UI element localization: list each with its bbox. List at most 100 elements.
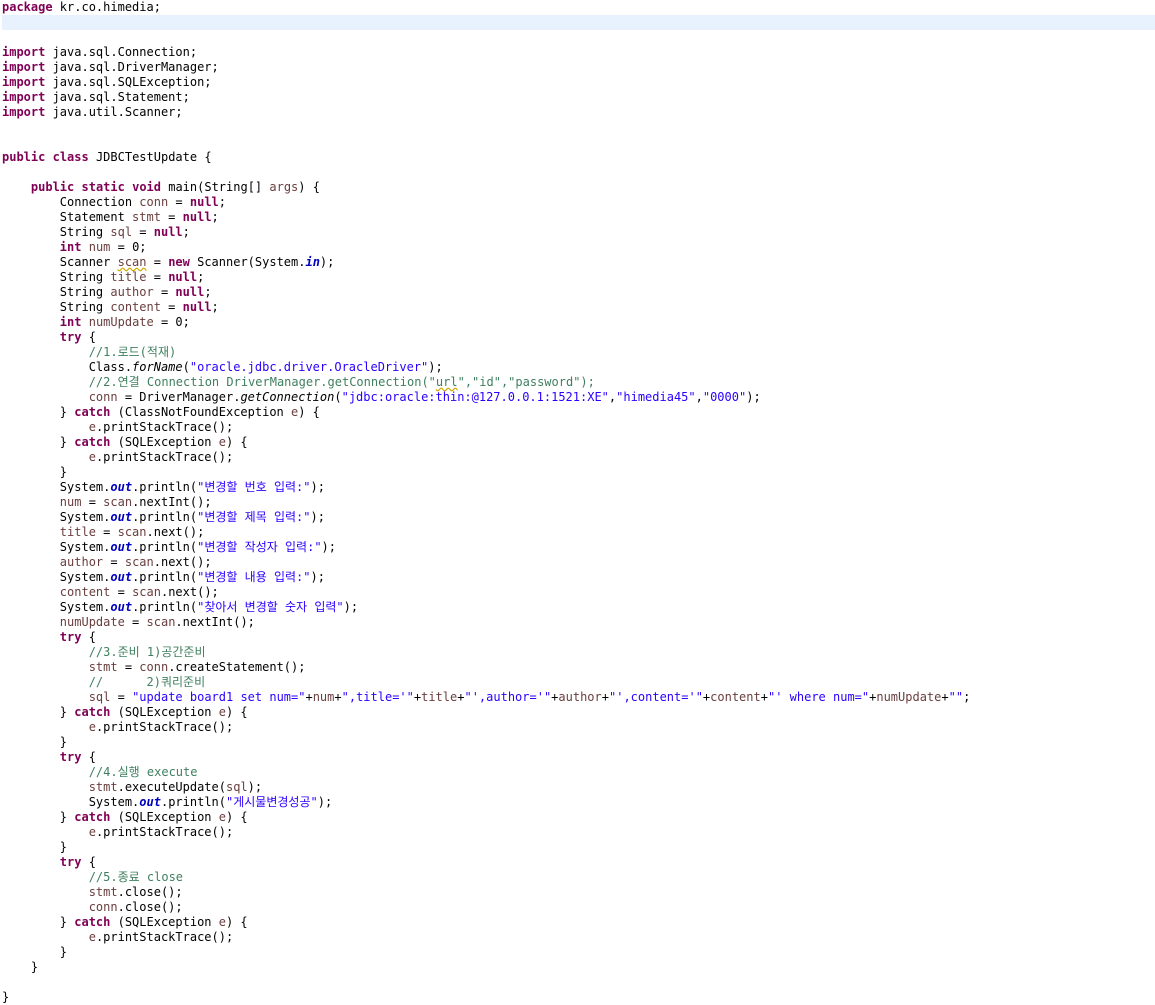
code-line[interactable]: import java.sql.Statement; (2, 90, 1155, 105)
code-line[interactable]: package kr.co.himedia; (2, 0, 1155, 15)
code-token: .println( (160, 795, 226, 809)
code-token: stmt (88, 780, 118, 794)
code-line[interactable]: //2.연결 Connection DriverManager.getConne… (2, 375, 1155, 390)
code-line[interactable]: } (2, 990, 1155, 1005)
code-line[interactable]: } catch (SQLException e) { (2, 915, 1155, 930)
code-token: = (95, 525, 118, 539)
code-token: ); (317, 795, 333, 809)
code-line[interactable]: System.out.println("변경할 작성자 입력:"); (2, 540, 1155, 555)
code-line[interactable]: Class.forName("oracle.jdbc.driver.Oracle… (2, 360, 1155, 375)
code-token: e (88, 825, 96, 839)
code-line[interactable]: e.printStackTrace(); (2, 720, 1155, 735)
code-token: "변경할 번호 입력:" (197, 480, 311, 494)
code-line[interactable]: conn = DriverManager.getConnection("jdbc… (2, 390, 1155, 405)
code-line[interactable]: e.printStackTrace(); (2, 420, 1155, 435)
code-line[interactable] (2, 120, 1155, 135)
code-line[interactable]: String sql = null; (2, 225, 1155, 240)
code-line[interactable]: import java.sql.DriverManager; (2, 60, 1155, 75)
code-line[interactable] (2, 975, 1155, 990)
code-line[interactable] (2, 15, 1155, 30)
code-line[interactable] (2, 30, 1155, 45)
code-line[interactable]: import java.sql.SQLException; (2, 75, 1155, 90)
code-token: } (2, 960, 39, 974)
code-line[interactable]: // 2)쿼리준비 (2, 675, 1155, 690)
code-token: .printStackTrace(); (95, 825, 234, 839)
code-line[interactable]: } (2, 840, 1155, 855)
code-token: void (132, 180, 161, 194)
code-line[interactable]: stmt.executeUpdate(sql); (2, 780, 1155, 795)
code-line[interactable]: } catch (ClassNotFoundException e) { (2, 405, 1155, 420)
code-token: String (2, 270, 111, 284)
code-line[interactable]: System.out.println("게시물변경성공"); (2, 795, 1155, 810)
code-line[interactable]: //1.로드(적재) (2, 345, 1155, 360)
code-token: .println( (132, 540, 198, 554)
code-line[interactable]: String title = null; (2, 270, 1155, 285)
code-line[interactable]: sql = "update board1 set num="+num+",tit… (2, 690, 1155, 705)
code-line[interactable]: try { (2, 330, 1155, 345)
code-line[interactable]: //5.종료 close (2, 870, 1155, 885)
code-line[interactable]: stmt.close(); (2, 885, 1155, 900)
code-line[interactable]: Connection conn = null; (2, 195, 1155, 210)
code-line[interactable]: conn.close(); (2, 900, 1155, 915)
code-line[interactable]: e.printStackTrace(); (2, 930, 1155, 945)
code-line[interactable]: num = scan.nextInt(); (2, 495, 1155, 510)
code-line[interactable] (2, 135, 1155, 150)
code-line[interactable]: } catch (SQLException e) { (2, 705, 1155, 720)
code-line[interactable]: Statement stmt = null; (2, 210, 1155, 225)
code-line[interactable]: System.out.println("변경할 제목 입력:"); (2, 510, 1155, 525)
code-line[interactable]: System.out.println("변경할 내용 입력:"); (2, 570, 1155, 585)
code-line[interactable]: } catch (SQLException e) { (2, 810, 1155, 825)
code-line[interactable]: e.printStackTrace(); (2, 825, 1155, 840)
code-line[interactable]: int numUpdate = 0; (2, 315, 1155, 330)
code-line[interactable]: } (2, 735, 1155, 750)
code-token: java.sql.Connection; (45, 45, 198, 59)
code-token: //1.로드(적재) (88, 345, 177, 359)
code-line[interactable]: public static void main(String[] args) { (2, 180, 1155, 195)
code-token: = (160, 300, 183, 314)
code-line[interactable]: } (2, 945, 1155, 960)
code-token: out (139, 795, 161, 809)
code-line[interactable]: String content = null; (2, 300, 1155, 315)
code-line[interactable] (2, 165, 1155, 180)
code-line[interactable]: } (2, 465, 1155, 480)
code-line[interactable]: Scanner scan = new Scanner(System.in); (2, 255, 1155, 270)
code-line[interactable]: //3.준비 1)공간준비 (2, 645, 1155, 660)
code-line[interactable]: String author = null; (2, 285, 1155, 300)
code-token: import (2, 45, 46, 59)
code-line[interactable]: title = scan.next(); (2, 525, 1155, 540)
code-line[interactable]: try { (2, 630, 1155, 645)
code-token: author (59, 555, 104, 569)
code-line[interactable]: System.out.println("찾아서 변경할 숫자 입력"); (2, 600, 1155, 615)
code-line[interactable]: import java.util.Scanner; (2, 105, 1155, 120)
code-editor[interactable]: package kr.co.himedia; import java.sql.C… (0, 0, 1155, 1004)
code-token: import (2, 90, 46, 104)
code-token: (SQLException (110, 810, 219, 824)
code-line[interactable]: } catch (SQLException e) { (2, 435, 1155, 450)
code-line[interactable]: int num = 0; (2, 240, 1155, 255)
code-token: { (81, 855, 96, 869)
code-token: } (2, 735, 68, 749)
code-token: import (2, 105, 46, 119)
code-line[interactable]: author = scan.next(); (2, 555, 1155, 570)
code-line[interactable]: stmt = conn.createStatement(); (2, 660, 1155, 675)
code-line[interactable]: public class JDBCTestUpdate { (2, 150, 1155, 165)
code-token: null (168, 270, 198, 284)
code-line[interactable]: try { (2, 750, 1155, 765)
code-line[interactable]: //4.실행 execute (2, 765, 1155, 780)
code-line[interactable]: e.printStackTrace(); (2, 450, 1155, 465)
code-token: scan (146, 615, 176, 629)
code-token: title (421, 690, 458, 704)
code-line[interactable]: content = scan.next(); (2, 585, 1155, 600)
code-line[interactable]: } (2, 960, 1155, 975)
code-line[interactable]: System.out.println("변경할 번호 입력:"); (2, 480, 1155, 495)
code-line[interactable]: try { (2, 855, 1155, 870)
code-line[interactable]: numUpdate = scan.nextInt(); (2, 615, 1155, 630)
code-token: out (110, 510, 133, 524)
code-token: "변경할 작성자 입력:" (197, 540, 322, 554)
code-token: String (2, 285, 111, 299)
code-line[interactable]: import java.sql.Connection; (2, 45, 1155, 60)
